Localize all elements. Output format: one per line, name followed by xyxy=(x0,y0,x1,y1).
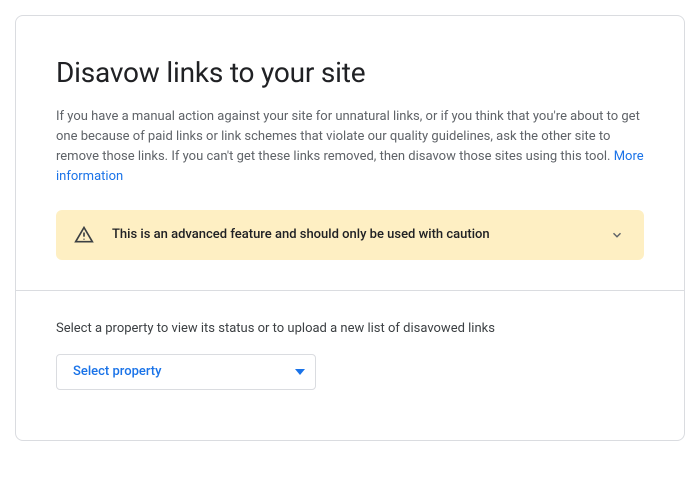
property-select-placeholder: Select property xyxy=(73,364,161,379)
dropdown-triangle-icon xyxy=(295,369,305,375)
warning-triangle-icon xyxy=(74,225,94,245)
property-select-label: Select a property to view its status or … xyxy=(56,321,644,336)
description-text: If you have a manual action against your… xyxy=(56,107,644,188)
warning-banner[interactable]: This is an advanced feature and should o… xyxy=(56,210,644,260)
property-select[interactable]: Select property xyxy=(56,354,316,390)
chevron-down-icon xyxy=(608,226,626,244)
description-body: If you have a manual action against your… xyxy=(56,109,640,164)
page-title: Disavow links to your site xyxy=(56,56,644,89)
disavow-card: Disavow links to your site If you have a… xyxy=(15,15,685,441)
section-top: Disavow links to your site If you have a… xyxy=(16,16,684,290)
warning-text: This is an advanced feature and should o… xyxy=(112,227,608,242)
section-bottom: Select a property to view its status or … xyxy=(16,291,684,440)
